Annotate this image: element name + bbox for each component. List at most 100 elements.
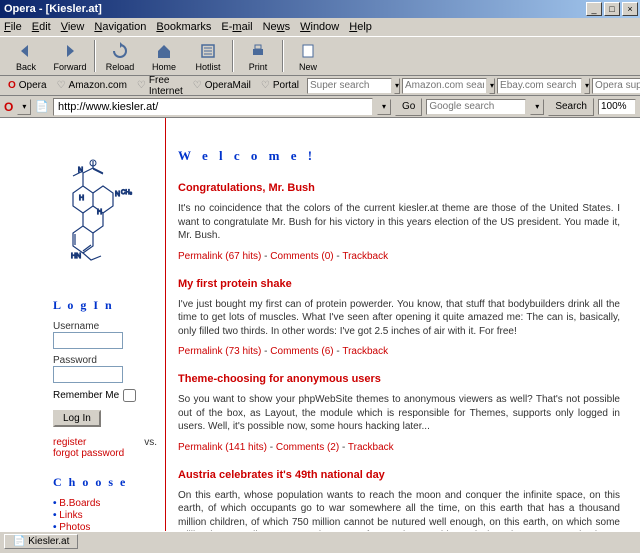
support-search-input[interactable]	[592, 78, 640, 94]
bookmark-freenet[interactable]: ♡Free Internet	[133, 74, 187, 98]
forward-button[interactable]: Forward	[48, 41, 92, 72]
photos-link[interactable]: Photos	[59, 522, 90, 531]
menu-file[interactable]: File	[4, 21, 22, 33]
amazon-search-input[interactable]	[402, 78, 487, 94]
page-content: N N CH₃ HN H H L o g I n Username Passwo…	[0, 118, 640, 531]
maximize-button[interactable]: □	[604, 2, 620, 16]
back-button[interactable]: Back	[4, 41, 48, 72]
svg-text:H: H	[97, 209, 102, 216]
super-search-input[interactable]	[307, 78, 392, 94]
svg-text:HN: HN	[71, 253, 81, 260]
zoom-input[interactable]	[598, 99, 636, 115]
menu-bar: File Edit View Navigation Bookmarks E-ma…	[0, 18, 640, 36]
bookmark-opera[interactable]: OOpera	[4, 79, 51, 92]
comments-link[interactable]: Comments (2)	[276, 442, 339, 453]
dropdown-icon[interactable]: ▾	[584, 78, 590, 94]
go-button[interactable]: Go	[395, 98, 422, 116]
heart-icon: ♡	[137, 80, 146, 91]
heart-icon: ♡	[193, 80, 202, 91]
vs-text: vs.	[144, 437, 157, 448]
reload-button[interactable]: Reload	[98, 41, 142, 72]
menu-edit[interactable]: Edit	[32, 21, 51, 33]
svg-text:CH₃: CH₃	[121, 190, 133, 196]
password-input[interactable]	[53, 366, 123, 383]
molecule-icon: N N CH₃ HN H H	[53, 158, 148, 278]
post-body: I've just bought my first can of protein…	[178, 298, 620, 339]
post-title: My first protein shake	[178, 278, 620, 290]
home-button[interactable]: Home	[142, 41, 186, 72]
heart-icon: ♡	[57, 80, 66, 91]
bookmark-amazon[interactable]: ♡Amazon.com	[53, 79, 131, 92]
menu-email[interactable]: E-mail	[221, 21, 252, 33]
list-item: Photos	[53, 522, 157, 531]
post-body: So you want to show your phpWebSite them…	[178, 393, 620, 434]
permalink-link[interactable]: Permalink (73 hits)	[178, 346, 261, 357]
menu-bookmarks[interactable]: Bookmarks	[156, 21, 211, 33]
dropdown-icon[interactable]: ▾	[530, 99, 544, 115]
svg-text:N: N	[115, 191, 120, 198]
bookmark-operamail[interactable]: ♡OperaMail	[189, 79, 255, 92]
hotlist-button[interactable]: Hotlist	[186, 41, 230, 72]
post-meta: Permalink (141 hits) - Comments (2) - Tr…	[178, 442, 620, 453]
new-icon	[298, 41, 318, 61]
welcome-heading: W e l c o m e !	[178, 148, 620, 164]
separator	[282, 40, 284, 72]
permalink-link[interactable]: Permalink (141 hits)	[178, 442, 267, 453]
links-link[interactable]: Links	[59, 510, 82, 521]
separator	[232, 40, 234, 72]
post-body: On this earth, whose population wants to…	[178, 489, 620, 532]
trackback-link[interactable]: Trackback	[342, 346, 388, 357]
login-button[interactable]: Log In	[53, 410, 101, 427]
ebay-search-input[interactable]	[497, 78, 582, 94]
new-button[interactable]: New	[286, 41, 330, 72]
minimize-button[interactable]: _	[586, 2, 602, 16]
home-icon	[154, 41, 174, 61]
bboards-link[interactable]: B.Boards	[59, 498, 100, 509]
status-tab[interactable]: 📄 Kiesler.at	[4, 534, 78, 549]
main-content: W e l c o m e ! Congratulations, Mr. Bus…	[165, 118, 640, 531]
menu-help[interactable]: Help	[349, 21, 372, 33]
page-icon: 📄	[13, 536, 25, 547]
reload-icon	[110, 41, 130, 61]
register-link[interactable]: register	[53, 437, 86, 448]
print-button[interactable]: Print	[236, 41, 280, 72]
dropdown-icon[interactable]: ▾	[394, 78, 400, 94]
menu-news[interactable]: News	[263, 21, 291, 33]
list-item: B.Boards	[53, 498, 157, 509]
comments-link[interactable]: Comments (0)	[270, 251, 333, 262]
dropdown-icon[interactable]: ▾	[377, 99, 391, 115]
bookmark-portal[interactable]: ♡Portal	[257, 79, 303, 92]
dropdown-icon[interactable]: ▾	[17, 99, 31, 115]
opera-logo-icon: O	[4, 100, 13, 114]
heart-icon: ♡	[261, 80, 270, 91]
login-heading: L o g I n	[53, 298, 157, 313]
separator	[94, 40, 96, 72]
post-title: Austria celebrates it's 49th national da…	[178, 469, 620, 481]
window-title: Opera - [Kiesler.at]	[2, 3, 584, 15]
trackback-link[interactable]: Trackback	[342, 251, 388, 262]
menu-view[interactable]: View	[61, 21, 85, 33]
print-icon	[248, 41, 268, 61]
address-input[interactable]	[53, 98, 373, 116]
comments-link[interactable]: Comments (6)	[270, 346, 333, 357]
menu-window[interactable]: Window	[300, 21, 339, 33]
permalink-link[interactable]: Permalink (67 hits)	[178, 251, 261, 262]
hotlist-icon	[198, 41, 218, 61]
username-input[interactable]	[53, 332, 123, 349]
choose-heading: C h o o s e	[53, 475, 157, 490]
remember-checkbox[interactable]	[123, 389, 136, 402]
post-meta: Permalink (73 hits) - Comments (6) - Tra…	[178, 346, 620, 357]
status-bar: 📄 Kiesler.at	[0, 531, 640, 551]
post-title: Congratulations, Mr. Bush	[178, 182, 620, 194]
trackback-link[interactable]: Trackback	[348, 442, 394, 453]
google-search-input[interactable]	[426, 99, 526, 115]
menu-navigation[interactable]: Navigation	[94, 21, 146, 33]
bookmark-bar: OOpera ♡Amazon.com ♡Free Internet ♡Opera…	[0, 76, 640, 96]
dropdown-icon[interactable]: ▾	[489, 78, 495, 94]
post-meta: Permalink (67 hits) - Comments (0) - Tra…	[178, 251, 620, 262]
close-button[interactable]: ×	[622, 2, 638, 16]
forgot-password-link[interactable]: forgot password	[53, 448, 124, 459]
address-bar: O ▾ 📄 ▾ Go ▾ Search	[0, 96, 640, 118]
back-icon	[16, 41, 36, 61]
search-button[interactable]: Search	[548, 98, 594, 116]
